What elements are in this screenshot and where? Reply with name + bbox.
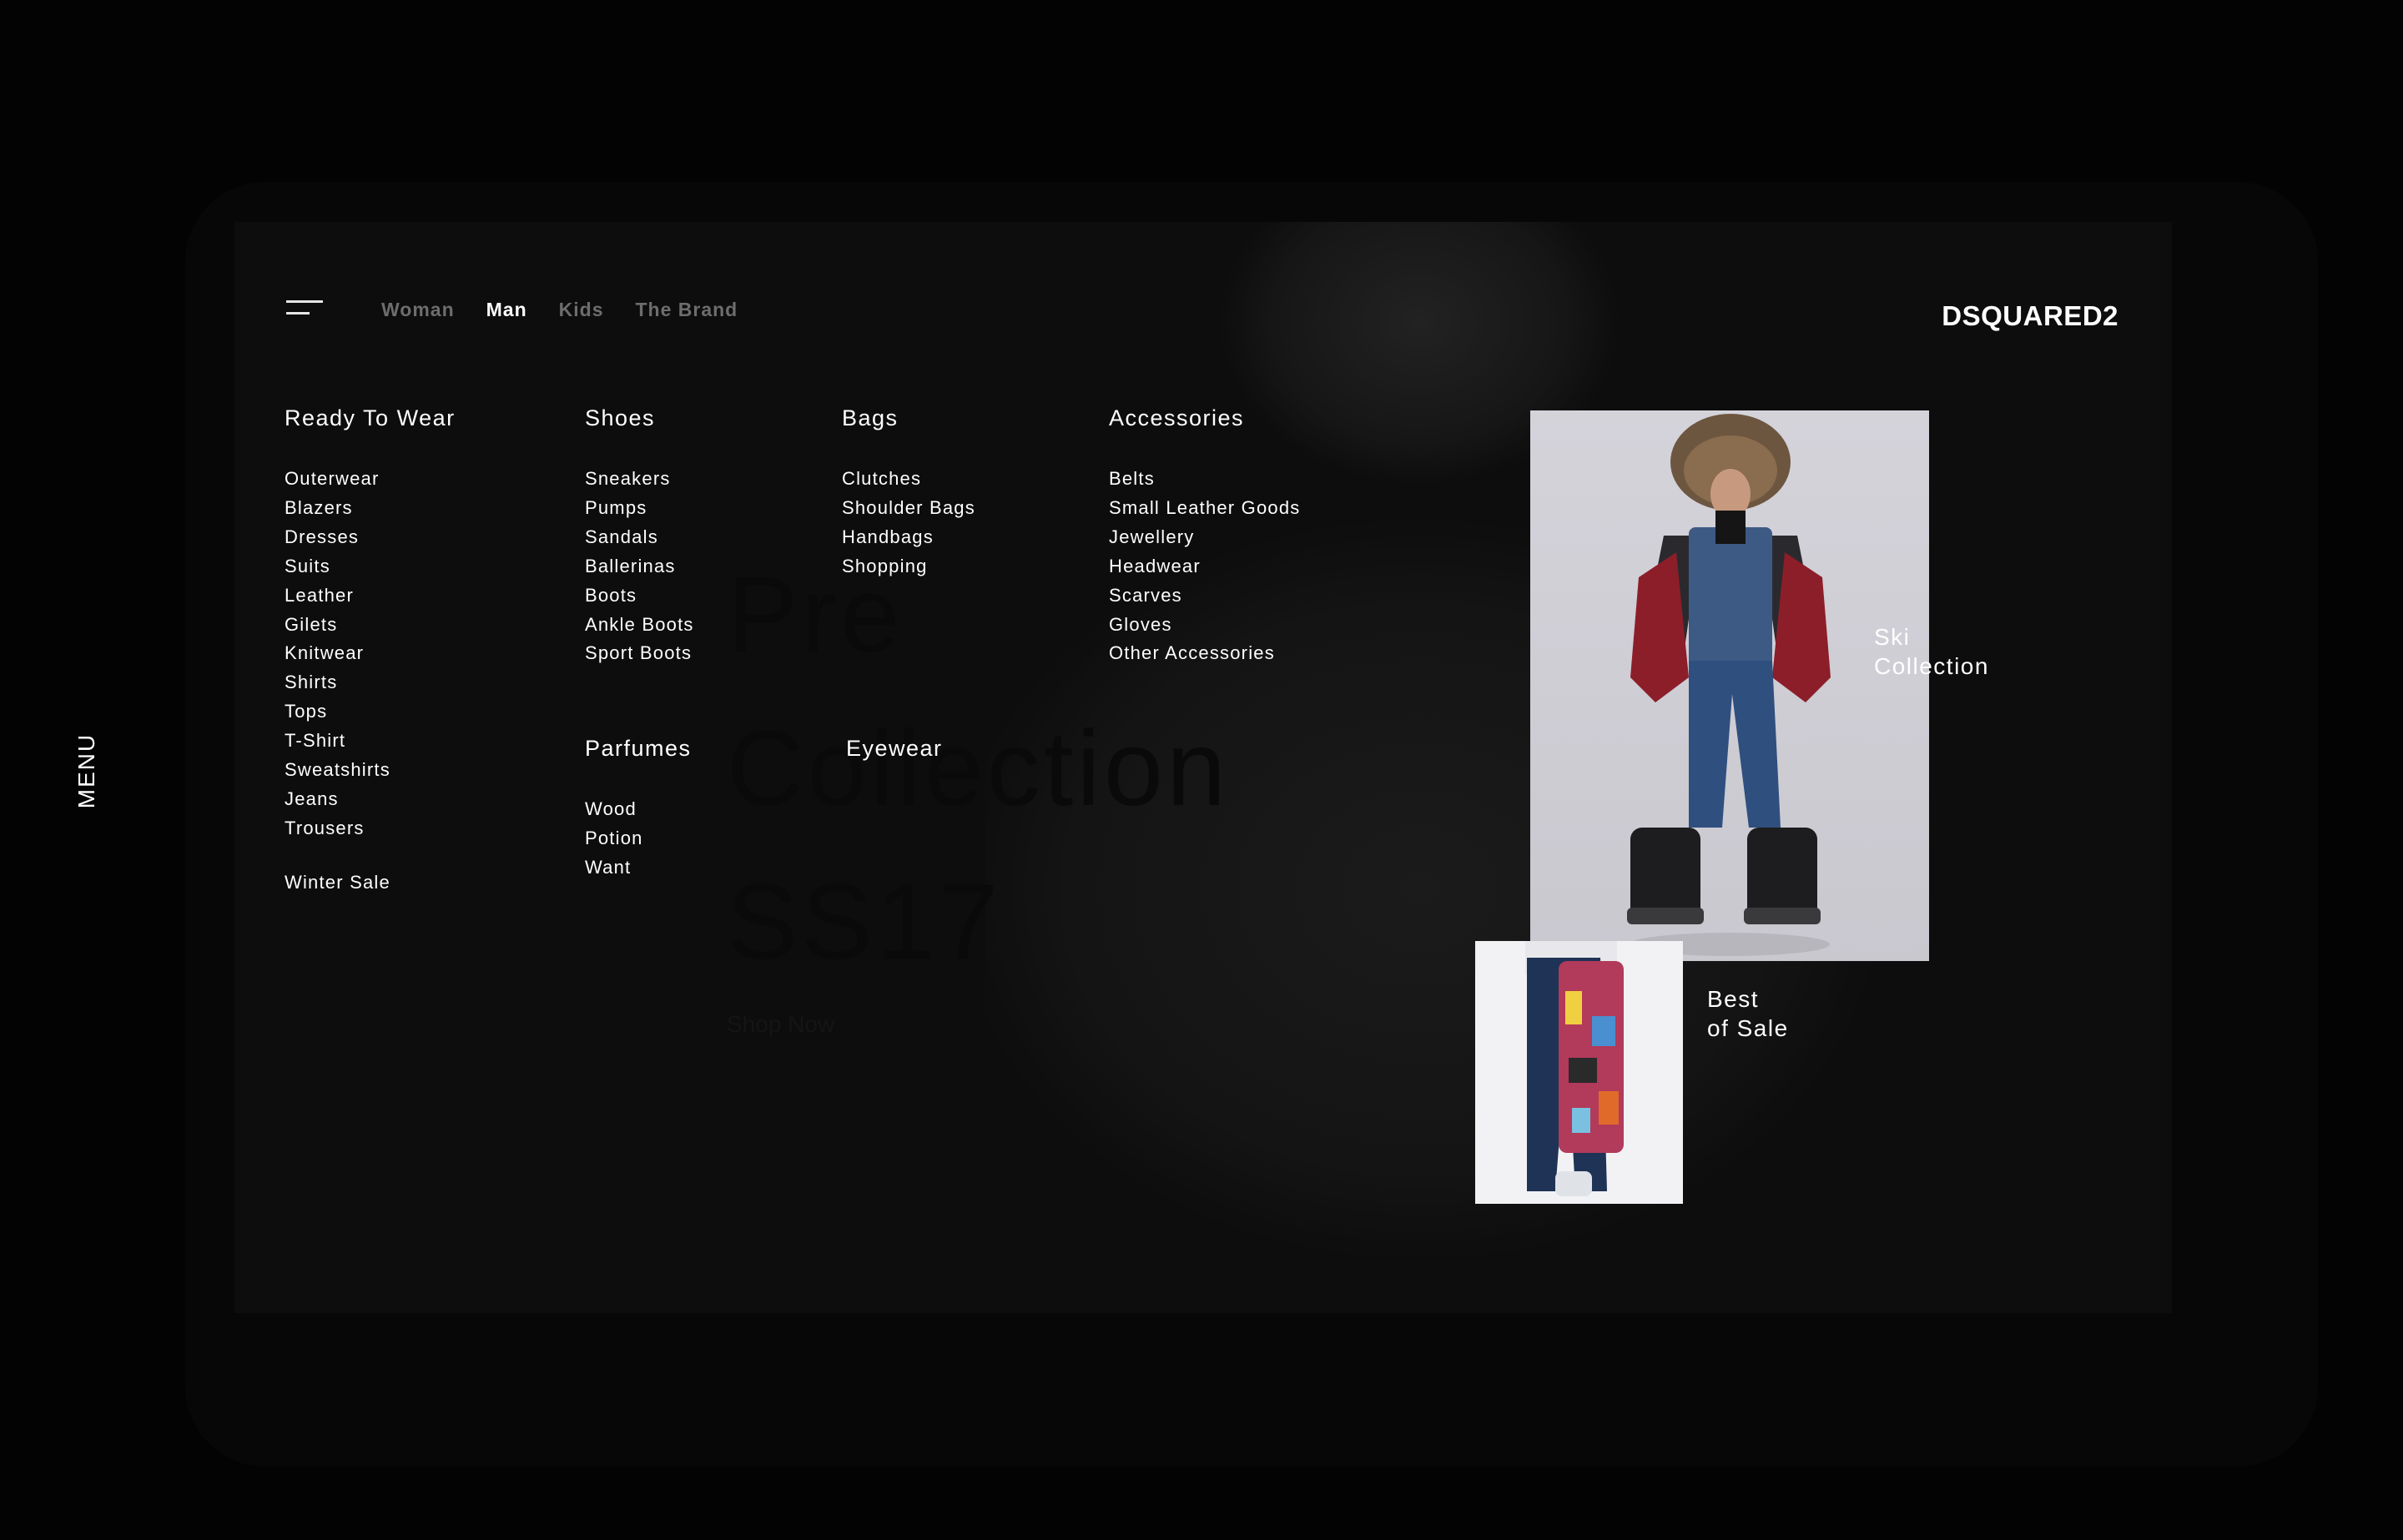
menu-link-sandals[interactable]: Sandals — [585, 523, 694, 552]
menu-link-leather[interactable]: Leather — [285, 581, 456, 611]
side-menu-label[interactable]: MENU — [73, 733, 100, 808]
promo-label-line: Collection — [1874, 653, 1989, 679]
menu-link-jewellery[interactable]: Jewellery — [1109, 523, 1300, 552]
menu-link-want[interactable]: Want — [585, 853, 692, 883]
menu-heading-accessories[interactable]: Accessories — [1109, 405, 1300, 431]
menu-link-knitwear[interactable]: Knitwear — [285, 639, 456, 668]
menu-link-tops[interactable]: Tops — [285, 697, 456, 727]
menu-heading-ready-to-wear[interactable]: Ready To Wear — [285, 405, 456, 431]
hero-shop-now-link: Shop Now — [727, 1011, 835, 1037]
best-of-sale-image[interactable] — [1475, 941, 1683, 1204]
menu-heading-bags[interactable]: Bags — [842, 405, 975, 431]
nav-item-man[interactable]: Man — [486, 299, 527, 321]
menu-link-outerwear[interactable]: Outerwear — [285, 465, 456, 494]
menu-column-parfumes: Parfumes Wood Potion Want — [585, 736, 692, 883]
promo-label-line: of Sale — [1707, 1015, 1789, 1041]
menu-column-accessories: Accessories Belts Small Leather Goods Je… — [1109, 405, 1300, 668]
ski-collection-image[interactable] — [1530, 410, 1929, 961]
hero-headline-line: SS17 — [727, 863, 1002, 982]
menu-link-pumps[interactable]: Pumps — [585, 494, 694, 523]
menu-link-jeans[interactable]: Jeans — [285, 785, 456, 814]
menu-link-ankle-boots[interactable]: Ankle Boots — [585, 611, 694, 640]
menu-link-shopping[interactable]: Shopping — [842, 552, 975, 581]
promo-label-line: Best — [1707, 986, 1760, 1012]
ski-collection-label[interactable]: Ski Collection — [1874, 622, 1989, 681]
brand-logo[interactable]: DSQUARED2 — [1942, 300, 2118, 332]
menu-heading-shoes[interactable]: Shoes — [585, 405, 694, 431]
hamburger-menu-icon[interactable] — [286, 299, 323, 317]
menu-link-t-shirt[interactable]: T-Shirt — [285, 727, 456, 756]
menu-link-shirts[interactable]: Shirts — [285, 668, 456, 697]
menu-link-trousers[interactable]: Trousers — [285, 814, 456, 843]
menu-column-bags: Bags Clutches Shoulder Bags Handbags Sho… — [842, 405, 975, 581]
hero-headline-line: Collection — [727, 709, 1230, 828]
menu-link-handbags[interactable]: Handbags — [842, 523, 975, 552]
menu-link-suits[interactable]: Suits — [285, 552, 456, 581]
menu-link-dresses[interactable]: Dresses — [285, 523, 456, 552]
menu-heading-parfumes[interactable]: Parfumes — [585, 736, 692, 762]
top-navigation: Woman Man Kids The Brand — [381, 299, 738, 321]
menu-link-wood[interactable]: Wood — [585, 795, 692, 824]
menu-link-gloves[interactable]: Gloves — [1109, 611, 1300, 640]
menu-link-small-leather-goods[interactable]: Small Leather Goods — [1109, 494, 1300, 523]
sale-model-figure — [1525, 941, 1624, 1196]
menu-column-shoes: Shoes Sneakers Pumps Sandals Ballerinas … — [585, 405, 694, 668]
nav-item-kids[interactable]: Kids — [559, 299, 604, 321]
menu-link-blazers[interactable]: Blazers — [285, 494, 456, 523]
menu-link-boots[interactable]: Boots — [585, 581, 694, 611]
ski-model-figure — [1627, 414, 1831, 956]
menu-link-potion[interactable]: Potion — [585, 824, 692, 853]
best-of-sale-label[interactable]: Best of Sale — [1707, 984, 1789, 1043]
menu-link-other-accessories[interactable]: Other Accessories — [1109, 639, 1300, 668]
menu-link-gilets[interactable]: Gilets — [285, 611, 456, 640]
menu-heading-eyewear[interactable]: Eyewear — [846, 736, 943, 762]
menu-column-eyewear: Eyewear — [846, 736, 943, 795]
menu-link-shoulder-bags[interactable]: Shoulder Bags — [842, 494, 975, 523]
app-screen: Pre Collection SS17 Shop Now Woman Man K… — [234, 222, 2172, 1313]
menu-link-ballerinas[interactable]: Ballerinas — [585, 552, 694, 581]
nav-item-woman[interactable]: Woman — [381, 299, 455, 321]
menu-link-headwear[interactable]: Headwear — [1109, 552, 1300, 581]
menu-link-sweatshirts[interactable]: Sweatshirts — [285, 756, 456, 785]
nav-item-the-brand[interactable]: The Brand — [635, 299, 738, 321]
menu-link-belts[interactable]: Belts — [1109, 465, 1300, 494]
menu-link-sneakers[interactable]: Sneakers — [585, 465, 694, 494]
menu-column-ready-to-wear: Ready To Wear Outerwear Blazers Dresses … — [285, 405, 456, 893]
menu-link-winter-sale[interactable]: Winter Sale — [285, 872, 456, 893]
promo-label-line: Ski — [1874, 624, 1911, 650]
menu-link-scarves[interactable]: Scarves — [1109, 581, 1300, 611]
menu-link-clutches[interactable]: Clutches — [842, 465, 975, 494]
menu-link-sport-boots[interactable]: Sport Boots — [585, 639, 694, 668]
